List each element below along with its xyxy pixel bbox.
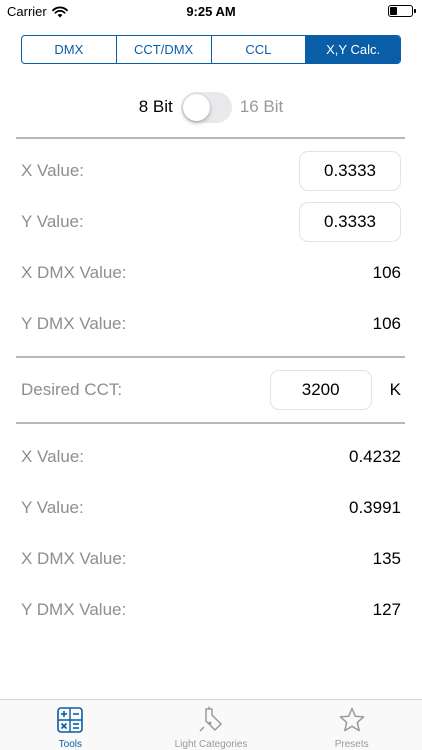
- segment-ccl[interactable]: CCL: [212, 36, 307, 63]
- result-y-value: 0.3991: [349, 498, 401, 517]
- battery-icon: [388, 5, 416, 17]
- result-y-row: Y Value: 0.3991: [21, 488, 401, 528]
- toggle-knob: [182, 93, 210, 121]
- input-x-dmx-row: X DMX Value: 106: [21, 253, 401, 293]
- result-y-dmx-row: Y DMX Value: 127: [21, 590, 401, 630]
- result-y-dmx-value: 127: [372, 600, 401, 619]
- mode-segmented-control: DMX CCT/DMX CCL X,Y Calc.: [21, 35, 401, 64]
- y-value-field[interactable]: 0.3333: [299, 202, 401, 242]
- segment-cct-dmx[interactable]: CCT/DMX: [117, 36, 212, 63]
- result-x-dmx-row: X DMX Value: 135: [21, 539, 401, 579]
- tab-tools[interactable]: Tools: [0, 700, 141, 750]
- input-x-label: X Value:: [21, 161, 85, 180]
- tab-light-categories-label: Light Categories: [174, 739, 248, 750]
- cct-row: Desired CCT: 3200 K: [21, 370, 401, 410]
- input-y-dmx-row: Y DMX Value: 106: [21, 304, 401, 344]
- input-y-label: Y Value:: [21, 212, 84, 231]
- section-divider: [16, 137, 405, 139]
- bit-depth-row: 8 Bit 16 Bit: [0, 90, 422, 124]
- segment-xy-calc[interactable]: X,Y Calc.: [306, 36, 400, 63]
- bit-8-label: 8 Bit: [138, 97, 173, 116]
- bit-16-label: 16 Bit: [239, 97, 284, 116]
- tab-bar: Tools Light Categories Presets: [0, 699, 422, 750]
- calculator-icon: [57, 707, 84, 733]
- input-y-row: Y Value: 0.3333: [21, 202, 401, 242]
- input-x-row: X Value: 0.3333: [21, 151, 401, 191]
- bit-depth-toggle[interactable]: [180, 91, 232, 123]
- result-y-dmx-label: Y DMX Value:: [21, 600, 127, 619]
- x-value-field[interactable]: 0.3333: [299, 151, 401, 191]
- tab-presets-label: Presets: [334, 739, 369, 750]
- result-x-dmx-value: 135: [372, 549, 401, 568]
- result-x-dmx-label: X DMX Value:: [21, 549, 127, 568]
- input-y-dmx-label: Y DMX Value:: [21, 314, 127, 333]
- star-icon: [339, 707, 365, 732]
- input-x-dmx-label: X DMX Value:: [21, 263, 127, 282]
- tab-light-categories[interactable]: Light Categories: [141, 700, 282, 750]
- section-divider: [16, 422, 405, 424]
- tab-tools-label: Tools: [58, 739, 83, 750]
- result-x-label: X Value:: [21, 447, 85, 466]
- tab-presets[interactable]: Presets: [281, 700, 422, 750]
- cct-value-field[interactable]: 3200: [269, 370, 372, 410]
- status-bar: Carrier 9:25 AM: [0, 0, 422, 22]
- status-time: 9:25 AM: [186, 4, 236, 19]
- section-divider: [16, 356, 405, 358]
- input-y-dmx-value: 106: [372, 314, 401, 333]
- result-x-row: X Value: 0.4232: [21, 437, 401, 477]
- segment-dmx[interactable]: DMX: [22, 36, 117, 63]
- cct-label: Desired CCT:: [21, 380, 123, 399]
- input-x-dmx-value: 106: [372, 263, 401, 282]
- result-x-value: 0.4232: [349, 447, 401, 466]
- cct-unit: K: [389, 380, 401, 399]
- result-y-label: Y Value:: [21, 498, 84, 517]
- lamp-icon: [199, 706, 222, 732]
